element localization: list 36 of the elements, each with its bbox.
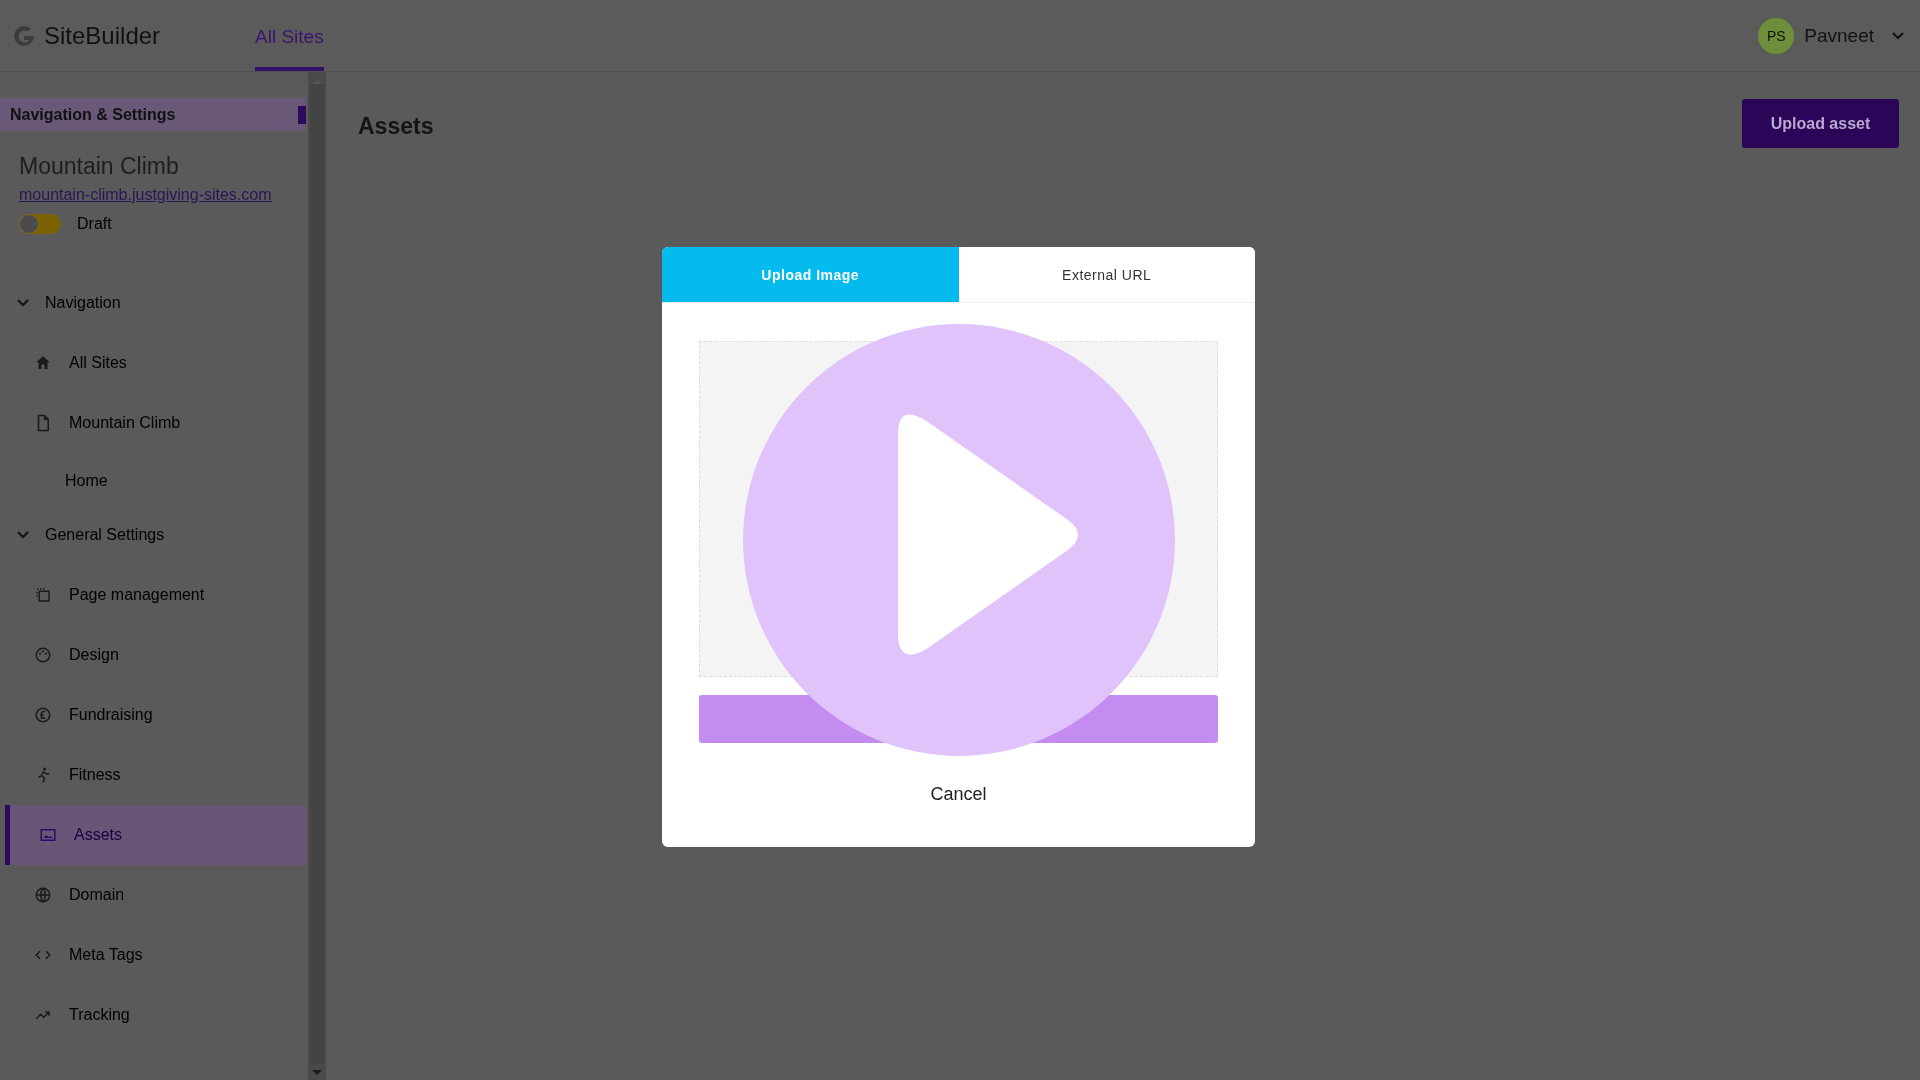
- cancel-button[interactable]: Cancel: [924, 783, 993, 806]
- dialog-tab[interactable]: Upload Image: [662, 247, 959, 302]
- status-label: Draft: [77, 215, 112, 233]
- pages-icon: [34, 586, 52, 604]
- sidebar-item[interactable]: Meta Tags: [0, 925, 306, 985]
- image-icon: [39, 826, 57, 844]
- globe-icon: [34, 886, 52, 904]
- play-overlay[interactable]: [743, 324, 1175, 756]
- status-toggle[interactable]: [19, 214, 61, 234]
- collapse-handle[interactable]: [298, 105, 306, 124]
- section-header[interactable]: Navigation: [0, 273, 306, 333]
- currency-icon: [34, 706, 52, 724]
- user-avatar[interactable]: PS: [1758, 17, 1795, 54]
- sidebar-item[interactable]: Tracking: [0, 985, 306, 1045]
- sidebar-title: Navigation & Settings: [10, 105, 176, 124]
- sidebar-item[interactable]: Mountain Climb: [0, 393, 306, 453]
- page-title: Assets: [358, 113, 434, 140]
- sidebar-item[interactable]: Design: [0, 625, 306, 685]
- chevron-down-icon: [17, 531, 29, 539]
- sidebar-item[interactable]: All Sites: [0, 333, 306, 393]
- user-name[interactable]: Pavneet: [1804, 24, 1874, 47]
- site-link[interactable]: mountain-climb.justgiving-sites.com: [19, 186, 306, 204]
- sidebar-item[interactable]: Page management: [0, 565, 306, 625]
- sidebar-item[interactable]: Fitness: [0, 745, 306, 805]
- site-name: Mountain Climb: [19, 153, 180, 180]
- sidebar-item[interactable]: Fundraising: [0, 685, 306, 745]
- chevron-down-icon[interactable]: [1892, 31, 1904, 40]
- chevron-down-icon: [17, 299, 29, 307]
- sidebar-item[interactable]: Domain: [0, 865, 306, 925]
- logo-icon: [12, 23, 36, 48]
- upload-asset-button[interactable]: Upload asset: [1742, 99, 1899, 148]
- app-name: SiteBuilder: [44, 21, 161, 50]
- sidebar-item[interactable]: Assets: [5, 805, 306, 865]
- scrollbar[interactable]: [308, 72, 326, 1080]
- home-icon: [34, 354, 52, 372]
- palette-icon: [34, 646, 52, 664]
